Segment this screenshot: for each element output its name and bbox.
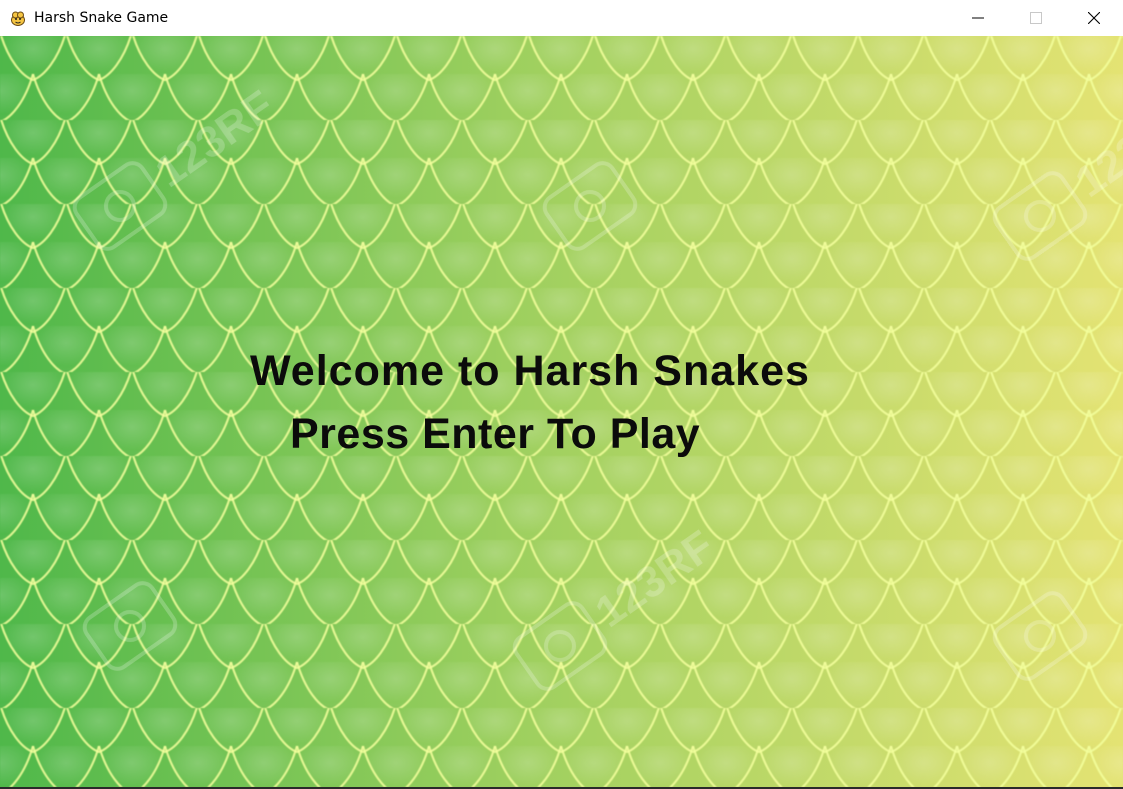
game-window: Harsh Snake Game 123RF 123RF 123RF Welco… [0, 0, 1123, 789]
welcome-heading: Welcome to Harsh Snakes [250, 347, 810, 395]
maximize-icon [1030, 12, 1042, 24]
maximize-button[interactable] [1007, 0, 1065, 36]
minimize-icon [972, 17, 984, 19]
minimize-button[interactable] [949, 0, 1007, 36]
close-button[interactable] [1065, 0, 1123, 36]
game-canvas[interactable]: 123RF 123RF 123RF Welcome to Harsh Snake… [0, 36, 1123, 787]
title-bar[interactable]: Harsh Snake Game [0, 0, 1123, 36]
window-controls [949, 0, 1123, 36]
pygame-snake-icon [9, 9, 27, 27]
press-enter-prompt: Press Enter To Play [290, 410, 701, 458]
close-icon [1088, 12, 1100, 24]
window-title: Harsh Snake Game [34, 10, 169, 26]
